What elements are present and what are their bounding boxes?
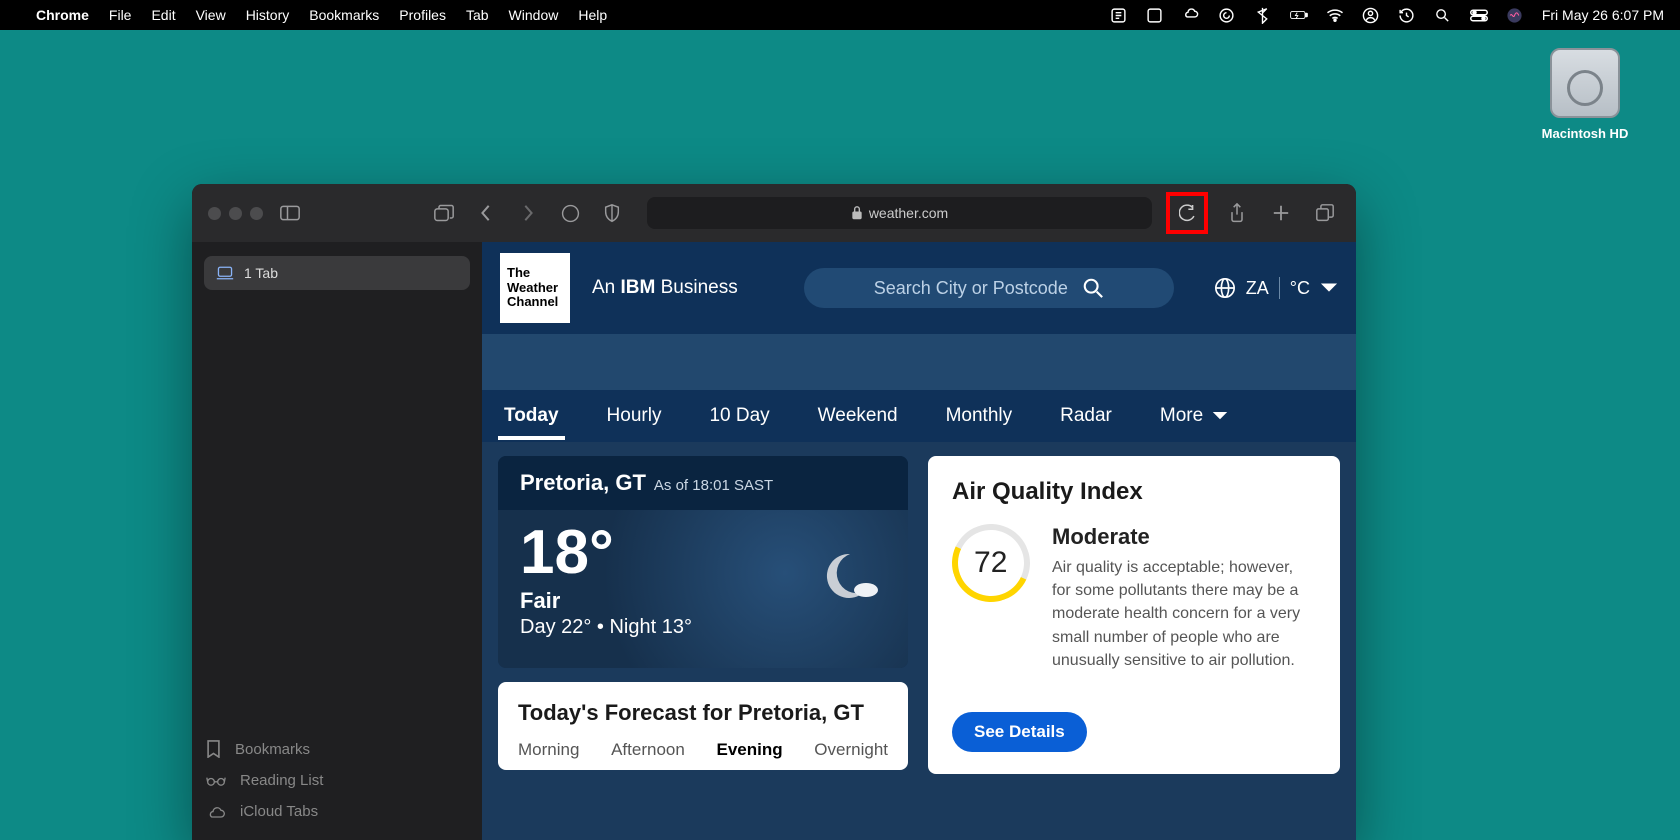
status-icon[interactable] bbox=[1110, 6, 1128, 24]
ad-band bbox=[482, 334, 1356, 390]
menu-profiles[interactable]: Profiles bbox=[399, 7, 446, 23]
safari-window: weather.com 1 Tab Bookmarks bbox=[192, 184, 1356, 840]
tab-count-label: 1 Tab bbox=[244, 265, 278, 281]
drive-label: Macintosh HD bbox=[1530, 126, 1640, 141]
menu-help[interactable]: Help bbox=[578, 7, 607, 23]
user-icon[interactable] bbox=[1362, 6, 1380, 24]
tab-weekend[interactable]: Weekend bbox=[816, 393, 900, 439]
aqi-description: Air quality is acceptable; however, for … bbox=[1052, 556, 1316, 672]
time-machine-icon[interactable] bbox=[1398, 6, 1416, 24]
tab-radar[interactable]: Radar bbox=[1058, 393, 1114, 439]
macos-menubar: Chrome File Edit View History Bookmarks … bbox=[0, 0, 1680, 30]
tab-overview-button[interactable] bbox=[429, 198, 459, 228]
url-text: weather.com bbox=[869, 205, 948, 221]
drive-icon bbox=[1550, 48, 1620, 118]
extension-icon[interactable] bbox=[555, 198, 585, 228]
segment-overnight[interactable]: Overnight bbox=[814, 740, 888, 760]
bluetooth-icon[interactable] bbox=[1254, 6, 1272, 24]
sidebar-icloud-tabs[interactable]: iCloud Tabs bbox=[206, 803, 468, 820]
menu-bookmarks[interactable]: Bookmarks bbox=[309, 7, 379, 23]
todays-forecast-card: Today's Forecast for Pretoria, GT Mornin… bbox=[498, 682, 908, 770]
tab-hourly[interactable]: Hourly bbox=[605, 393, 664, 439]
privacy-shield-icon[interactable] bbox=[597, 198, 627, 228]
bookmark-icon bbox=[206, 740, 221, 758]
tab-today[interactable]: Today bbox=[502, 393, 561, 439]
weather-search[interactable]: Search City or Postcode bbox=[804, 268, 1174, 308]
sidebar-reading-list[interactable]: Reading List bbox=[206, 772, 468, 789]
globe-icon bbox=[1214, 277, 1236, 299]
browser-titlebar: weather.com bbox=[192, 184, 1356, 242]
location-name: Pretoria, GT bbox=[520, 470, 646, 496]
segment-afternoon[interactable]: Afternoon bbox=[611, 740, 685, 760]
siri-icon[interactable] bbox=[1506, 6, 1524, 24]
forecast-title: Today's Forecast for Pretoria, GT bbox=[518, 700, 888, 726]
address-bar[interactable]: weather.com bbox=[647, 197, 1152, 229]
highlight-annotation bbox=[1166, 192, 1208, 234]
wifi-icon[interactable] bbox=[1326, 6, 1344, 24]
locale-region: ZA bbox=[1246, 278, 1269, 299]
menubar-app-name[interactable]: Chrome bbox=[36, 7, 89, 23]
weather-tagline: An IBM Business bbox=[592, 277, 738, 299]
aqi-title: Air Quality Index bbox=[952, 478, 1316, 506]
desktop-drive[interactable]: Macintosh HD bbox=[1530, 48, 1640, 141]
share-button[interactable] bbox=[1222, 198, 1252, 228]
forward-button[interactable] bbox=[513, 198, 543, 228]
spotlight-icon[interactable] bbox=[1434, 6, 1452, 24]
current-conditions-card: Pretoria, GT As of 18:01 SAST 18° Fair D… bbox=[498, 456, 908, 668]
grammarly-icon[interactable] bbox=[1218, 6, 1236, 24]
tab-group-row[interactable]: 1 Tab bbox=[204, 256, 470, 290]
webpage-content: The Weather Channel An IBM Business Sear… bbox=[482, 242, 1356, 840]
see-details-button[interactable]: See Details bbox=[952, 712, 1087, 752]
moon-icon bbox=[822, 548, 882, 608]
aqi-value: 72 bbox=[974, 546, 1007, 580]
window-controls[interactable] bbox=[208, 207, 263, 220]
creative-cloud-icon[interactable] bbox=[1182, 6, 1200, 24]
menu-history[interactable]: History bbox=[246, 7, 290, 23]
search-placeholder: Search City or Postcode bbox=[874, 278, 1068, 299]
back-button[interactable] bbox=[471, 198, 501, 228]
tabs-button[interactable] bbox=[1310, 198, 1340, 228]
menubar-clock[interactable]: Fri May 26 6:07 PM bbox=[1542, 7, 1664, 23]
weather-header: The Weather Channel An IBM Business Sear… bbox=[482, 242, 1356, 334]
menu-file[interactable]: File bbox=[109, 7, 132, 23]
control-center-icon[interactable] bbox=[1470, 6, 1488, 24]
tab-10day[interactable]: 10 Day bbox=[707, 393, 771, 439]
sidebar-toggle-button[interactable] bbox=[275, 198, 305, 228]
status-icon[interactable] bbox=[1146, 6, 1164, 24]
weather-tabs: Today Hourly 10 Day Weekend Monthly Rada… bbox=[482, 390, 1356, 442]
locale-unit: °C bbox=[1290, 278, 1310, 299]
menu-view[interactable]: View bbox=[196, 7, 226, 23]
segment-morning[interactable]: Morning bbox=[518, 740, 579, 760]
air-quality-card: Air Quality Index 72 Moderate Air qualit… bbox=[928, 456, 1340, 774]
observation-time: As of 18:01 SAST bbox=[654, 477, 773, 494]
cloud-icon bbox=[206, 805, 226, 819]
chevron-down-icon bbox=[1320, 282, 1338, 294]
menu-tab[interactable]: Tab bbox=[466, 7, 489, 23]
new-tab-button[interactable] bbox=[1266, 198, 1296, 228]
battery-icon[interactable] bbox=[1290, 6, 1308, 24]
aqi-level: Moderate bbox=[1052, 524, 1316, 550]
tab-more[interactable]: More bbox=[1158, 393, 1231, 439]
menu-edit[interactable]: Edit bbox=[151, 7, 175, 23]
tab-monthly[interactable]: Monthly bbox=[944, 393, 1015, 439]
sidebar-bookmarks[interactable]: Bookmarks bbox=[206, 740, 468, 758]
menu-window[interactable]: Window bbox=[509, 7, 559, 23]
day-night-temps: Day 22° • Night 13° bbox=[520, 616, 886, 639]
aqi-gauge: 72 bbox=[941, 513, 1041, 613]
lock-icon bbox=[851, 206, 863, 220]
locale-selector[interactable]: ZA °C bbox=[1214, 277, 1338, 299]
search-icon bbox=[1082, 277, 1104, 299]
laptop-icon bbox=[216, 266, 234, 280]
weather-channel-logo[interactable]: The Weather Channel bbox=[500, 253, 570, 323]
browser-sidebar: 1 Tab Bookmarks Reading List iCloud Tabs bbox=[192, 242, 482, 840]
glasses-icon bbox=[206, 775, 226, 787]
segment-evening[interactable]: Evening bbox=[717, 740, 783, 760]
